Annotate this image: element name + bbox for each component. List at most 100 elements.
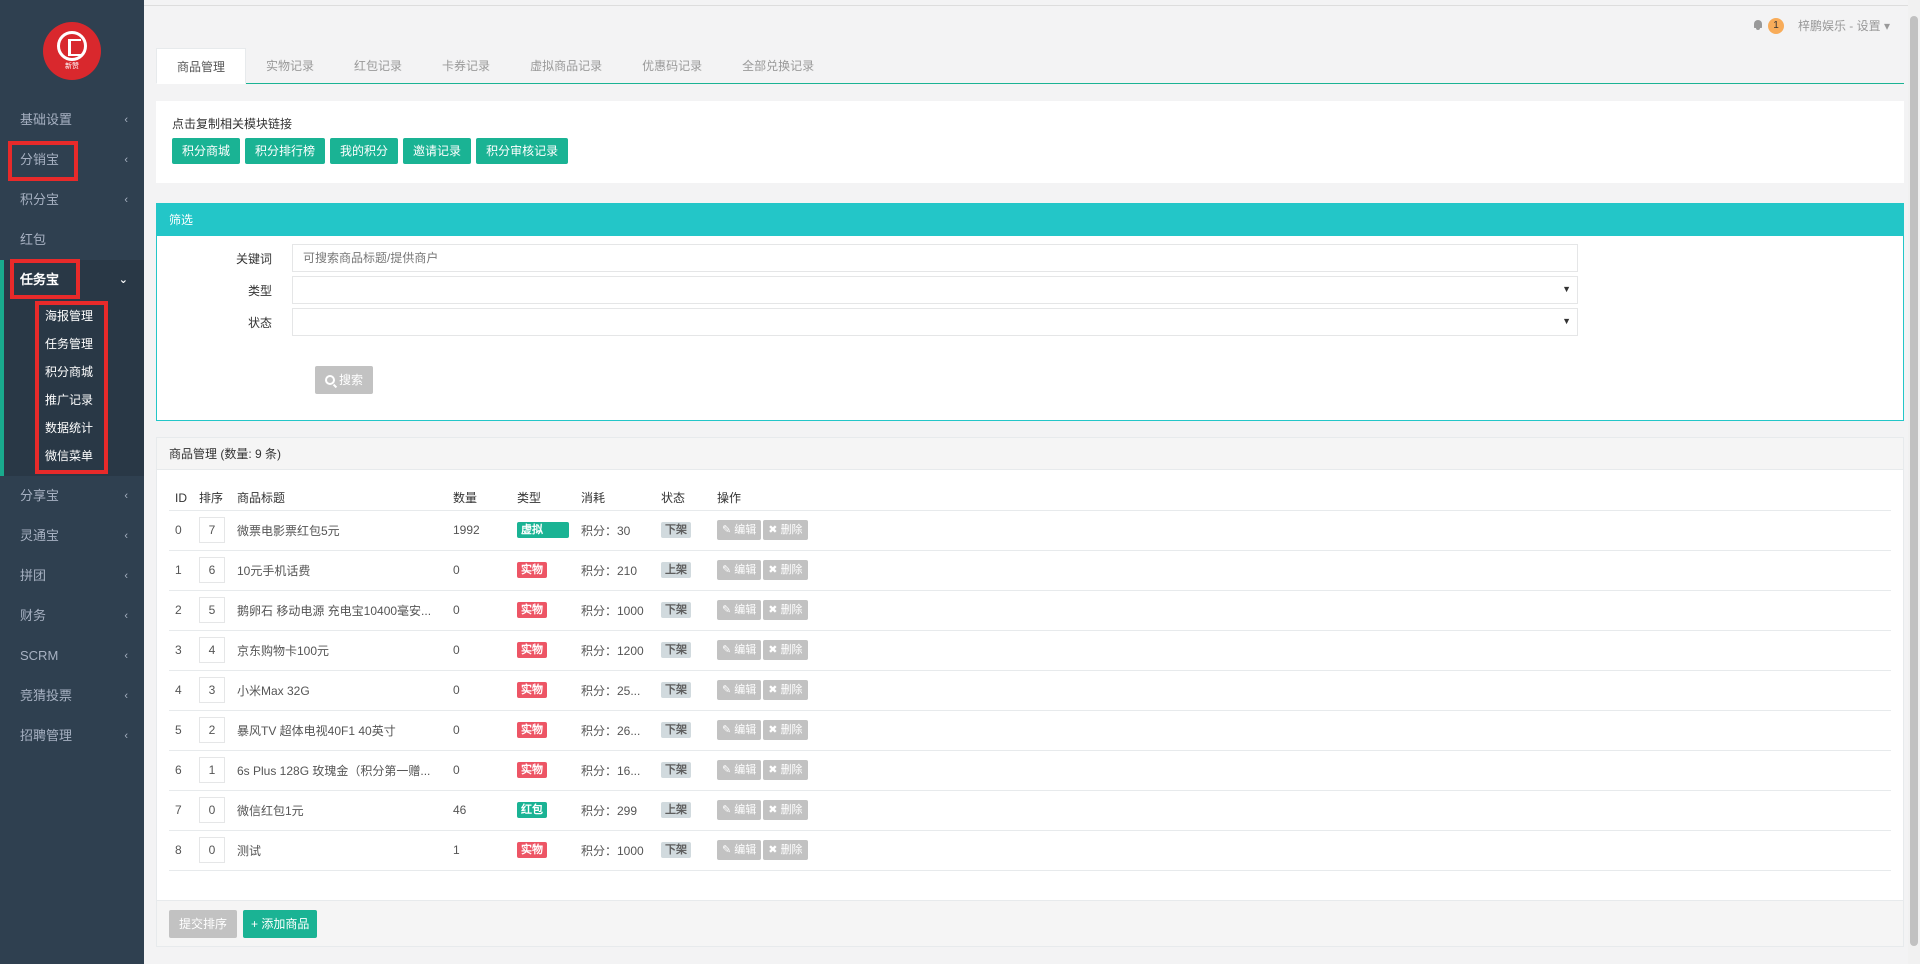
edit-button[interactable]: ✎ 编辑: [717, 640, 762, 660]
edit-button[interactable]: ✎ 编辑: [717, 800, 762, 820]
cell-type: 实物: [511, 750, 575, 791]
status-badge[interactable]: 下架: [661, 522, 691, 538]
submenu-item-points-mall[interactable]: 积分商城: [4, 358, 144, 386]
tab-promo-code-records[interactable]: 优惠码记录: [622, 48, 722, 84]
status-badge[interactable]: 下架: [661, 842, 691, 858]
goods-title: 微票电影票红包5元: [237, 523, 340, 538]
edit-button[interactable]: ✎ 编辑: [717, 840, 762, 860]
sidebar-item-basic-settings[interactable]: 基础设置 ‹: [0, 100, 144, 140]
sort-input[interactable]: 3: [199, 677, 225, 703]
invite-records-link-button[interactable]: 邀请记录: [403, 138, 472, 164]
submenu-item-task-manage[interactable]: 任务管理: [4, 330, 144, 358]
submenu-item-poster[interactable]: 海报管理: [4, 302, 144, 330]
keyword-input[interactable]: 可搜索商品标题/提供商户: [292, 244, 1578, 272]
delete-button[interactable]: ✖ 删除: [763, 720, 808, 740]
status-badge[interactable]: 上架: [661, 802, 691, 818]
sidebar-item-scrm[interactable]: SCRM ‹: [0, 636, 144, 676]
edit-button[interactable]: ✎ 编辑: [717, 680, 762, 700]
edit-button[interactable]: ✎ 编辑: [717, 760, 762, 780]
sidebar-item-finance[interactable]: 财务 ‹: [0, 596, 144, 636]
tab-physical-records[interactable]: 实物记录: [246, 48, 334, 84]
cost-value: 积分：16...: [581, 763, 641, 778]
edit-label: 编辑: [734, 684, 757, 696]
sort-input[interactable]: 0: [199, 837, 225, 863]
status-badge[interactable]: 下架: [661, 762, 691, 778]
delete-button[interactable]: ✖ 删除: [763, 640, 808, 660]
sidebar-item-recruit[interactable]: 招聘管理 ‹: [0, 716, 144, 756]
delete-button[interactable]: ✖ 删除: [763, 760, 808, 780]
add-goods-button[interactable]: + 添加商品: [243, 910, 318, 938]
submit-sort-button[interactable]: 提交排序: [169, 910, 238, 938]
cell-type: 红包: [511, 790, 575, 831]
edit-button[interactable]: ✎ 编辑: [717, 720, 762, 740]
points-ranking-link-button[interactable]: 积分排行榜: [245, 138, 326, 164]
sidebar-item-label: 红包: [20, 232, 47, 247]
delete-button[interactable]: ✖ 删除: [763, 600, 808, 620]
goods-title: 6s Plus 128G 玫瑰金（积分第一赠...: [237, 763, 431, 778]
sort-input[interactable]: 5: [199, 597, 225, 623]
sort-input[interactable]: 7: [199, 517, 225, 543]
status-badge[interactable]: 下架: [661, 602, 691, 618]
edit-button[interactable]: ✎ 编辑: [717, 520, 762, 540]
sort-input[interactable]: 4: [199, 637, 225, 663]
notifications[interactable]: 1: [1753, 17, 1784, 34]
module-links-title: 点击复制相关模块链接: [172, 117, 293, 131]
edit-button[interactable]: ✎ 编辑: [717, 600, 762, 620]
sidebar-item-points[interactable]: 积分宝 ‹: [0, 180, 144, 220]
edit-icon: ✎: [722, 804, 735, 816]
sidebar-item-distribution[interactable]: 分销宝 ‹: [0, 140, 144, 180]
status-badge[interactable]: 下架: [661, 722, 691, 738]
search-button[interactable]: 搜索: [315, 366, 374, 394]
delete-button[interactable]: ✖ 删除: [763, 520, 808, 540]
cell-actions: ✎ 编辑 ✖ 删除: [711, 510, 1891, 551]
delete-button[interactable]: ✖ 删除: [763, 800, 808, 820]
logo[interactable]: 新赞: [43, 22, 101, 80]
sidebar-item-redpack[interactable]: 红包: [0, 220, 144, 260]
page-scrollbar[interactable]: [1908, 0, 1920, 964]
delete-button[interactable]: ✖ 删除: [763, 840, 808, 860]
edit-icon: ✎: [722, 684, 735, 696]
submenu-item-statistics[interactable]: 数据统计: [4, 414, 144, 442]
user-settings-menu[interactable]: 梓鹏娱乐 - 设置 ▾: [1798, 17, 1890, 34]
sidebar-item-share[interactable]: 分享宝 ‹: [0, 476, 144, 516]
sort-input[interactable]: 2: [199, 717, 225, 743]
module-links-buttons: 积分商城 积分排行榜 我的积分 邀请记录 积分审核记录: [172, 138, 1888, 164]
sidebar-item-vote[interactable]: 竞猜投票 ‹: [0, 676, 144, 716]
close-icon: ✖: [768, 604, 781, 616]
tab-all-exchange-records[interactable]: 全部兑换记录: [722, 48, 834, 84]
sidebar-item-group-buy[interactable]: 拼团 ‹: [0, 556, 144, 596]
goods-title: 微信红包1元: [237, 803, 304, 818]
cell-qty: 0: [447, 590, 511, 631]
sort-input[interactable]: 6: [199, 557, 225, 583]
sidebar-item-task[interactable]: 任务宝 ⌄: [0, 260, 144, 300]
type-select[interactable]: ▼: [292, 276, 1578, 304]
tab-redpack-records[interactable]: 红包记录: [334, 48, 422, 84]
cell-status: 下架: [655, 710, 711, 751]
submenu-item-wechat-menu[interactable]: 微信菜单: [4, 442, 144, 470]
tab-coupon-records[interactable]: 卡券记录: [422, 48, 510, 84]
caret-down-icon: ▼: [1562, 316, 1571, 326]
edit-button[interactable]: ✎ 编辑: [717, 560, 762, 580]
submenu-item-promo-records[interactable]: 推广记录: [4, 386, 144, 414]
scrollbar-thumb[interactable]: [1910, 16, 1918, 946]
cell-id: 0: [169, 510, 193, 551]
cell-title: 小米Max 32G: [231, 670, 447, 711]
status-badge[interactable]: 上架: [661, 562, 691, 578]
sort-input[interactable]: 0: [199, 797, 225, 823]
delete-button[interactable]: ✖ 删除: [763, 680, 808, 700]
cell-cost: 积分：30: [575, 510, 655, 551]
status-badge[interactable]: 下架: [661, 642, 691, 658]
status-select[interactable]: ▼: [292, 308, 1578, 336]
delete-button[interactable]: ✖ 删除: [763, 560, 808, 580]
table-row: 7 0 微信红包1元 46 红包 积分：299 上架 ✎ 编辑 ✖ 删除: [169, 790, 1891, 831]
tab-virtual-records[interactable]: 虚拟商品记录: [510, 48, 622, 84]
points-mall-link-button[interactable]: 积分商城: [172, 138, 241, 164]
cell-id: 1: [169, 550, 193, 591]
my-points-link-button[interactable]: 我的积分: [330, 138, 399, 164]
goods-table: ID 排序 商品标题 数量 类型 消耗 状态 操作 0 7 微票电影票红包5元 199…: [169, 486, 1891, 871]
tab-goods-manage[interactable]: 商品管理: [156, 48, 247, 84]
points-audit-link-button[interactable]: 积分审核记录: [476, 138, 569, 164]
sidebar-item-lingtong[interactable]: 灵通宝 ‹: [0, 516, 144, 556]
status-badge[interactable]: 下架: [661, 682, 691, 698]
sort-input[interactable]: 1: [199, 757, 225, 783]
